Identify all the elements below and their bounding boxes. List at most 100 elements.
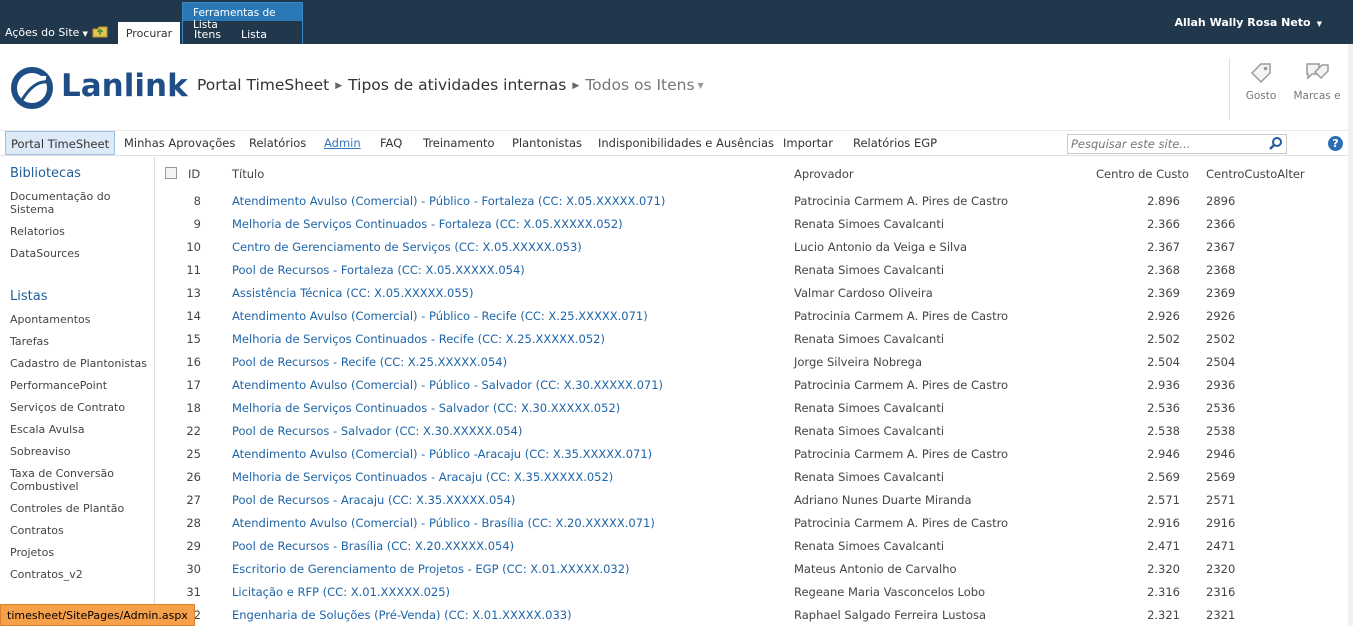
user-name: Allah Wally Rosa Neto (1174, 16, 1311, 29)
quicklaunch-item[interactable]: Escala Avulsa (10, 423, 150, 436)
quicklaunch-item[interactable]: Projetos (10, 546, 150, 559)
cell-title-link[interactable]: Pool de Recursos - Salvador (CC: X.30.XX… (232, 424, 522, 438)
quicklaunch-item[interactable]: Controles de Plantão (10, 502, 150, 515)
cell-title-link[interactable]: Licitação e RFP (CC: X.01.XXXXX.025) (232, 585, 450, 599)
table-row[interactable]: 10 Centro de Gerenciamento de Serviços (C… (156, 240, 1353, 263)
table-row[interactable]: 14 Atendimento Avulso (Comercial) - Públi… (156, 309, 1353, 332)
cell-title-link[interactable]: Atendimento Avulso (Comercial) - Público… (232, 309, 648, 323)
cell-id: 26 (186, 470, 201, 484)
cell-title-link[interactable]: Pool de Recursos - Aracaju (CC: X.35.XXX… (232, 493, 515, 507)
nav-minhas-aprovacoes[interactable]: Minhas Aprovações (124, 131, 235, 155)
breadcrumb-list[interactable]: Tipos de atividades internas (348, 76, 566, 94)
nav-admin[interactable]: Admin (324, 131, 361, 155)
chevron-down-icon: ▼ (82, 30, 88, 38)
like-button[interactable]: Gosto disso (1236, 58, 1286, 104)
cell-approver: Regeane Maria Vasconcelos Lobo (794, 585, 986, 599)
select-all-checkbox[interactable] (165, 167, 177, 179)
table-row[interactable]: 13 Assistência Técnica (CC: X.05.XXXXX.05… (156, 286, 1353, 309)
vertical-scrollbar[interactable] (1348, 44, 1353, 626)
navigate-up-icon[interactable] (92, 26, 108, 38)
cell-title-link[interactable]: Atendimento Avulso (Comercial) - Público… (232, 378, 663, 392)
table-row[interactable]: 28 Atendimento Avulso (Comercial) - Públi… (156, 516, 1353, 539)
site-actions-menu[interactable]: Ações do Site ▼ (5, 26, 88, 39)
quicklaunch-item[interactable]: Taxa de Conversão Combustivel (10, 467, 120, 493)
table-row[interactable]: 27 Pool de Recursos - Aracaju (CC: X.35.X… (156, 493, 1353, 516)
nav-faq[interactable]: FAQ (380, 131, 402, 155)
help-icon[interactable]: ? (1328, 136, 1343, 151)
cell-cost-center-alt: 2320 (1206, 562, 1236, 576)
lists-heading[interactable]: Listas (10, 289, 47, 304)
quicklaunch-item[interactable]: Tarefas (10, 335, 150, 348)
nav-indisponibilidades[interactable]: Indisponibilidades e Ausências (598, 131, 774, 155)
lanlink-logo[interactable]: Lanlink (10, 66, 190, 110)
quicklaunch-item[interactable]: Cadastro de Plantonistas (10, 357, 150, 370)
quicklaunch-item[interactable]: Relatorios (10, 225, 150, 238)
cell-title-link[interactable]: Assistência Técnica (CC: X.05.XXXXX.055) (232, 286, 474, 300)
user-menu[interactable]: Allah Wally Rosa Neto ▼ (1174, 16, 1322, 29)
cell-title-link[interactable]: Atendimento Avulso (Comercial) - Público… (232, 194, 665, 208)
tab-items[interactable]: Itens (194, 28, 221, 41)
cell-title-link[interactable]: Escritorio de Gerenciamento de Projetos … (232, 562, 630, 576)
cell-cost-center-alt: 2504 (1206, 355, 1236, 369)
quicklaunch-item[interactable]: PerformancePoint (10, 379, 150, 392)
table-row[interactable]: 17 Atendimento Avulso (Comercial) - Públi… (156, 378, 1353, 401)
nav-plantonistas[interactable]: Plantonistas (512, 131, 582, 155)
table-row[interactable]: 8 Atendimento Avulso (Comercial) - Públic… (156, 194, 1353, 217)
quicklaunch-item[interactable]: DataSources (10, 247, 150, 260)
table-row[interactable]: 25 Atendimento Avulso (Comercial) - Públi… (156, 447, 1353, 470)
breadcrumb-view[interactable]: Todos os Itens (585, 76, 694, 94)
tags-notes-button[interactable]: Marcas e Notas (1292, 58, 1342, 104)
tab-list[interactable]: Lista (241, 28, 267, 41)
quicklaunch-item[interactable]: Sobreaviso (10, 445, 150, 458)
cell-title-link[interactable]: Melhoria de Serviços Continuados - Araca… (232, 470, 613, 484)
cell-title-link[interactable]: Pool de Recursos - Recife (CC: X.25.XXXX… (232, 355, 507, 369)
cell-approver: Patrocinia Carmem A. Pires de Castro (794, 447, 1009, 461)
cell-title-link[interactable]: Atendimento Avulso (Comercial) - Público… (232, 516, 655, 530)
table-row[interactable]: 18 Melhoria de Serviços Continuados - Sal… (156, 401, 1353, 424)
column-header-approver[interactable]: Aprovador (794, 167, 854, 181)
table-row[interactable]: 11 Pool de Recursos - Fortaleza (CC: X.05… (156, 263, 1353, 286)
nav-importar[interactable]: Importar (783, 131, 833, 155)
search-input[interactable] (1068, 135, 1265, 153)
nav-relatorios[interactable]: Relatórios (249, 131, 306, 155)
cell-approver: Renata Simoes Cavalcanti (794, 470, 945, 484)
table-row[interactable]: 15 Melhoria de Serviços Continuados - Rec… (156, 332, 1353, 355)
nav-relatorios-egp[interactable]: Relatórios EGP (853, 131, 937, 155)
table-row[interactable]: 30 Escritorio de Gerenciamento de Projeto… (156, 562, 1353, 585)
tab-browse[interactable]: Procurar (118, 22, 180, 44)
column-header-cost-center[interactable]: Centro de Custo (1096, 167, 1189, 181)
quicklaunch-item[interactable]: Apontamentos (10, 313, 150, 326)
table-row[interactable]: 26 Melhoria de Serviços Continuados - Ara… (156, 470, 1353, 493)
cell-title-link[interactable]: Melhoria de Serviços Continuados - Salva… (232, 401, 620, 415)
quicklaunch-item[interactable]: Contratos (10, 524, 150, 537)
column-header-cost-center-alt[interactable]: CentroCustoAlter (1206, 167, 1305, 181)
cell-title-link[interactable]: Pool de Recursos - Brasília (CC: X.20.XX… (232, 539, 514, 553)
cell-title-link[interactable]: Atendimento Avulso (Comercial) - Público… (232, 447, 652, 461)
table-row[interactable]: 31 Licitação e RFP (CC: X.01.XXXXX.025) Re… (156, 585, 1353, 608)
nav-treinamento[interactable]: Treinamento (423, 131, 495, 155)
table-row[interactable]: 9 Melhoria de Serviços Continuados - Fort… (156, 217, 1353, 240)
cell-cost-center-alt: 2471 (1206, 539, 1236, 553)
chevron-down-icon[interactable]: ▼ (698, 81, 704, 90)
nav-portal-timesheet[interactable]: Portal TimeSheet (5, 131, 116, 155)
cell-title-link[interactable]: Pool de Recursos - Fortaleza (CC: X.05.X… (232, 263, 525, 277)
cell-cost-center: 2.367 (1147, 240, 1180, 254)
cell-title-link[interactable]: Melhoria de Serviços Continuados - Forta… (232, 217, 623, 231)
table-row[interactable]: 16 Pool de Recursos - Recife (CC: X.25.XX… (156, 355, 1353, 378)
search-icon[interactable] (1266, 135, 1286, 153)
breadcrumb-site[interactable]: Portal TimeSheet (197, 76, 329, 94)
cell-id: 30 (186, 562, 201, 576)
column-header-title[interactable]: Título (232, 167, 264, 181)
column-header-id[interactable]: ID (188, 167, 200, 181)
cell-title-link[interactable]: Melhoria de Serviços Continuados - Recif… (232, 332, 605, 346)
quicklaunch-item[interactable]: Serviços de Contrato (10, 401, 150, 414)
table-row[interactable]: 29 Pool de Recursos - Brasília (CC: X.20.… (156, 539, 1353, 562)
cell-title-link[interactable]: Engenharia de Soluções (Pré-Venda) (CC: … (232, 608, 572, 622)
cell-title-link[interactable]: Centro de Gerenciamento de Serviços (CC:… (232, 240, 582, 254)
quicklaunch-item[interactable]: Documentação do Sistema (10, 190, 150, 216)
cell-id: 25 (186, 447, 201, 461)
table-row[interactable]: 32Engenharia de Soluções (Pré-Venda) (CC… (156, 608, 1353, 631)
table-row[interactable]: 22 Pool de Recursos - Salvador (CC: X.30.… (156, 424, 1353, 447)
libraries-heading[interactable]: Bibliotecas (10, 166, 81, 181)
quicklaunch-item[interactable]: Contratos_v2 (10, 568, 150, 581)
